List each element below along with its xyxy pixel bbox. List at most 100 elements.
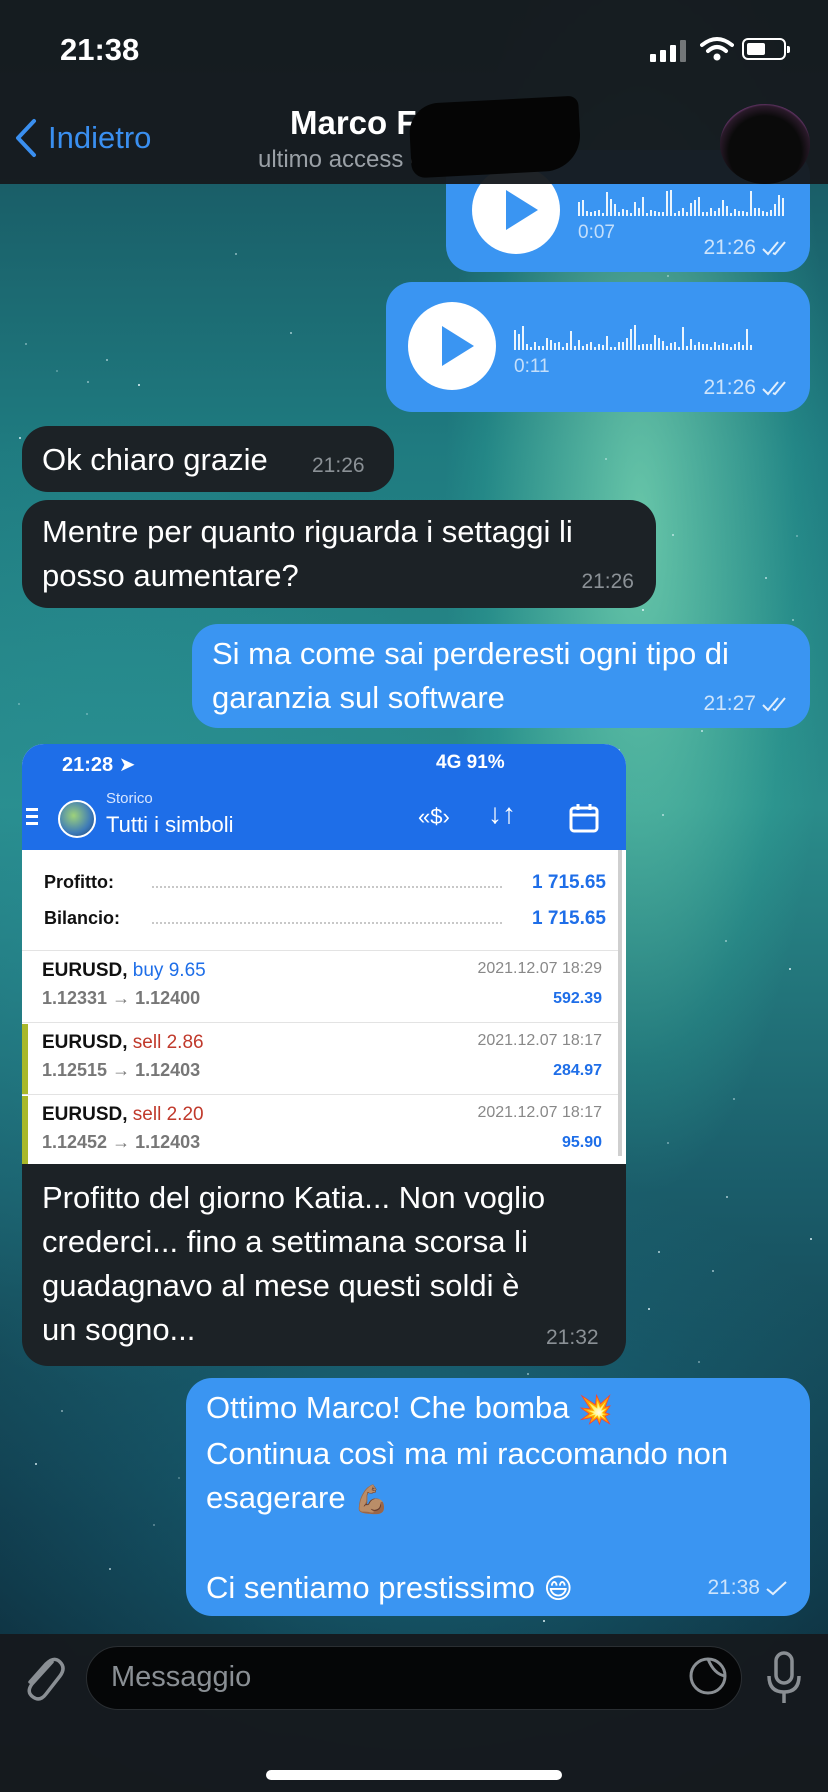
dotted-leader — [152, 922, 502, 924]
star — [726, 1196, 728, 1198]
screenshot-time: 21:28 — [62, 754, 114, 776]
deal-row[interactable]: EURUSD, sell 2.86 1.12515 → 1.12403 2021… — [22, 1024, 622, 1094]
waveform-bar — [738, 211, 740, 216]
waveform-bar — [710, 208, 712, 216]
waveform-bar — [726, 344, 728, 350]
deal-symbol: EURUSD, — [42, 960, 128, 981]
waveform-bar — [722, 343, 724, 350]
waveform-bar — [602, 345, 604, 350]
star — [25, 343, 27, 345]
waveform-bar — [642, 197, 644, 216]
waveform-bar — [622, 209, 624, 216]
message-time: 21:27 — [703, 692, 756, 715]
chat-name[interactable]: Marco F — [290, 104, 417, 142]
toolbar-subtitle: Storico — [106, 790, 153, 807]
message-line: Si ma come sai perderesti ogni tipo di — [212, 636, 729, 671]
waveform-bar — [706, 344, 708, 350]
waveform-bar — [686, 212, 688, 216]
waveform-bar — [694, 200, 696, 216]
deal-marker — [22, 1024, 28, 1094]
play-icon[interactable] — [408, 302, 496, 390]
deal-side: sell — [132, 1104, 162, 1125]
message-input[interactable]: Messaggio — [86, 1646, 742, 1710]
incoming-message[interactable]: Mentre per quanto riguarda i settaggi li… — [22, 500, 656, 608]
waveform-bar — [690, 203, 692, 216]
battery-icon — [742, 38, 790, 60]
star — [810, 1238, 812, 1240]
waveform-bar — [722, 200, 724, 216]
waveform-bar — [514, 330, 516, 350]
waveform-bar — [562, 347, 564, 350]
outgoing-message[interactable]: Ottimo Marco! Che bomba 💥 Continua così … — [186, 1378, 810, 1616]
star — [733, 1098, 735, 1100]
star — [725, 940, 727, 942]
deal-datetime: 2021.12.07 18:17 — [477, 1032, 602, 1049]
star — [527, 1373, 529, 1375]
waveform-bar — [742, 345, 744, 350]
star — [235, 253, 237, 255]
waveform-bar — [746, 329, 748, 350]
deal-row[interactable]: EURUSD, buy 9.65 1.12331 → 1.12400 2021.… — [22, 952, 622, 1022]
message-line: garanzia sul software — [212, 680, 505, 715]
star — [701, 730, 703, 732]
waveform-bar — [718, 208, 720, 216]
waveform-bar — [586, 211, 588, 216]
star — [56, 370, 58, 372]
waveform-bar — [578, 202, 580, 216]
waveform-bar — [770, 210, 772, 216]
voice-message[interactable]: 0:11 21:26 — [386, 282, 810, 412]
incoming-message[interactable]: Ok chiaro grazie 21:26 — [22, 426, 394, 492]
back-button[interactable]: Indietro — [14, 118, 151, 158]
star — [109, 1568, 111, 1570]
star — [658, 1251, 660, 1253]
waveform-bar — [618, 342, 620, 350]
menu-icon — [26, 808, 38, 829]
waveform-bar — [614, 204, 616, 216]
message-time: 21:26 — [312, 454, 365, 477]
star — [698, 1361, 700, 1363]
deal-prices: 1.12452 → 1.12403 — [42, 1132, 201, 1152]
waveform-bar — [590, 212, 592, 216]
chat-header: 21:38 Indietro Marco F ultimo access ent… — [0, 0, 828, 184]
back-chevron-icon — [16, 119, 36, 157]
star — [667, 275, 669, 277]
message-line: Ci sentiamo prestissimo — [206, 1569, 536, 1605]
double-check-icon — [762, 241, 786, 256]
deal-symbol: EURUSD, — [42, 1104, 128, 1125]
star — [153, 1524, 155, 1526]
waveform-bar — [782, 198, 784, 216]
deal-row[interactable]: EURUSD, sell 2.20 1.12452 → 1.12403 2021… — [22, 1096, 622, 1164]
waveform-bar — [590, 342, 592, 350]
waveform-bar — [554, 343, 556, 350]
deal-volume: 2.86 — [166, 1032, 204, 1053]
deal-side: buy — [132, 960, 164, 981]
waveform-bar — [586, 344, 588, 350]
waveform-bar — [634, 202, 636, 216]
waveform-bar — [730, 347, 732, 350]
star — [18, 703, 20, 705]
sticker-icon[interactable] — [688, 1656, 728, 1696]
star — [672, 534, 674, 536]
wifi-icon — [700, 37, 734, 61]
star — [796, 535, 798, 537]
microphone-icon[interactable] — [764, 1650, 804, 1706]
waveform-bar — [666, 191, 668, 216]
collision-emoji: 💥 — [578, 1393, 614, 1425]
waveform-bar — [734, 209, 736, 216]
redaction-mark — [408, 95, 582, 179]
star — [87, 381, 89, 383]
sort-icon: ↓↑ — [488, 798, 516, 829]
deal-symbol: EURUSD, — [42, 1032, 128, 1053]
caption-line: crederci... fino a settimana scorsa li — [42, 1224, 528, 1259]
outgoing-message[interactable]: Si ma come sai perderesti ogni tipo di g… — [192, 624, 810, 728]
trading-screenshot[interactable]: 21:28 ➤ 4G 91% Storico Tutti i simboli «… — [22, 744, 626, 1164]
message-line: Ottimo Marco! Che bomba — [206, 1390, 570, 1425]
waveform-bar — [698, 197, 700, 216]
avatar[interactable] — [720, 104, 810, 184]
paperclip-icon[interactable] — [18, 1648, 66, 1704]
waveform-bar — [662, 212, 664, 216]
waveform-bar — [630, 213, 632, 216]
caption-line: Profitto del giorno Katia... Non voglio — [42, 1180, 546, 1215]
waveform — [578, 186, 784, 216]
